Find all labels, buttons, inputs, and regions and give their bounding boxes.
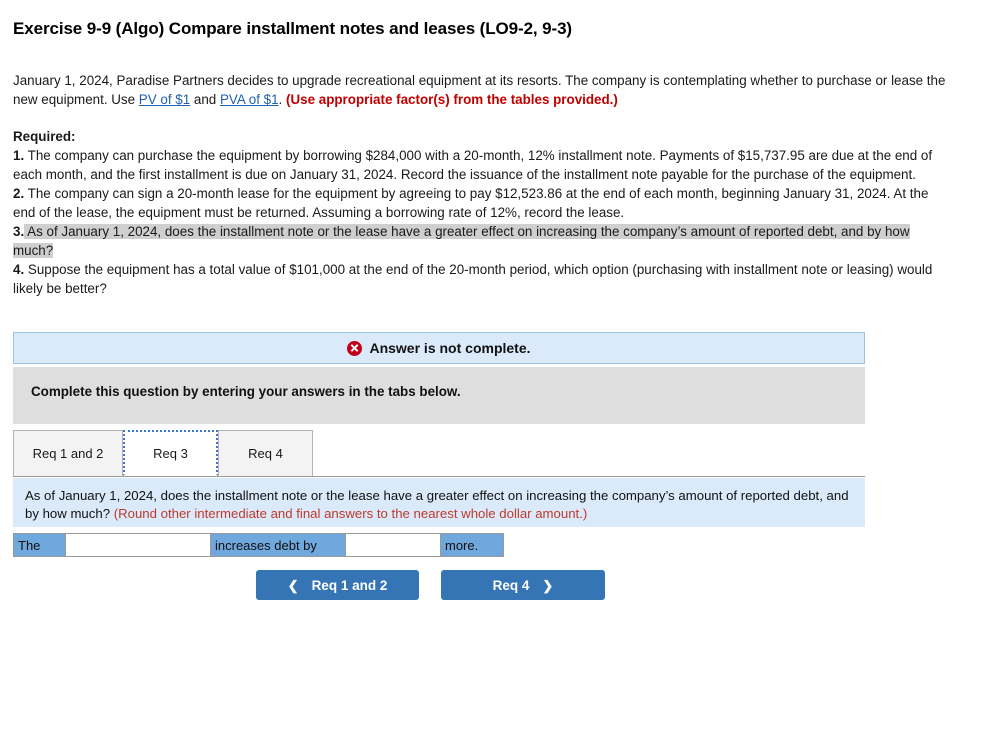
required-item-1: 1. The company can purchase the equipmen…: [13, 146, 953, 184]
pv-of-1-link[interactable]: PV of $1: [139, 92, 190, 107]
answer-label-more: more.: [441, 534, 503, 556]
tab-nav-buttons: ❮ Req 1 and 2 Req 4 ❯: [256, 570, 605, 600]
required-item-2: 2. The company can sign a 20-month lease…: [13, 184, 953, 222]
answer-input-cell-1[interactable]: [66, 534, 211, 556]
tab-req-4-label: Req 4: [248, 446, 283, 461]
tab-req-4[interactable]: Req 4: [218, 430, 313, 476]
intro-text-between: and: [190, 92, 220, 107]
answer-table-row: The increases debt by more.: [13, 533, 504, 557]
required-label: Required:: [13, 129, 76, 144]
answer-input-cell-2[interactable]: [346, 534, 441, 556]
answer-input-2[interactable]: [346, 534, 440, 556]
required-item-1-number: 1.: [13, 148, 25, 163]
question-text-wrapper: As of January 1, 2024, does the installm…: [25, 487, 851, 523]
tab-req-3[interactable]: Req 3: [123, 430, 218, 476]
intro-bold-note: (Use appropriate factor(s) from the tabl…: [286, 92, 618, 107]
answer-label-the: The: [14, 534, 66, 556]
required-item-4-number: 4.: [13, 262, 25, 277]
page-title: Exercise 9-9 (Algo) Compare installment …: [13, 19, 572, 38]
question-banner: As of January 1, 2024, does the installm…: [13, 478, 865, 527]
required-item-4-text: Suppose the equipment has a total value …: [13, 262, 933, 296]
error-x-icon: [347, 340, 363, 356]
tab-req-3-label: Req 3: [153, 445, 188, 461]
chevron-right-icon: ❯: [542, 577, 554, 593]
answer-status-text: Answer is not complete.: [369, 340, 531, 356]
required-item-2-text: The company can sign a 20-month lease fo…: [13, 186, 929, 220]
tab-req-1-and-2-label: Req 1 and 2: [32, 446, 104, 461]
intro-paragraph: January 1, 2024, Paradise Partners decid…: [13, 71, 953, 109]
exercise-page: Exercise 9-9 (Algo) Compare installment …: [0, 0, 996, 745]
tab-strip: Req 1 and 2 Req 3 Req 4: [13, 430, 865, 477]
required-item-3-text: As of January 1, 2024, does the installm…: [13, 224, 910, 258]
required-item-3-number: 3.: [13, 224, 25, 239]
instruction-text: Complete this question by entering your …: [31, 384, 461, 399]
required-item-3: 3. As of January 1, 2024, does the insta…: [13, 222, 953, 260]
next-button-label: Req 4: [492, 577, 530, 593]
answer-label-increases-debt-by: increases debt by: [211, 534, 346, 556]
prev-button-label: Req 1 and 2: [311, 577, 388, 593]
next-req-4-button[interactable]: Req 4 ❯: [441, 570, 605, 600]
answer-status-banner: Answer is not complete.: [13, 332, 865, 364]
instruction-band: Complete this question by entering your …: [13, 367, 865, 424]
intro-text-period: .: [278, 92, 286, 107]
chevron-left-icon: ❮: [287, 577, 299, 593]
prev-req-1-and-2-button[interactable]: ❮ Req 1 and 2: [256, 570, 419, 600]
answer-input-1[interactable]: [66, 534, 210, 556]
required-item-1-text: The company can purchase the equipment b…: [13, 148, 933, 182]
required-item-2-number: 2.: [13, 186, 25, 201]
required-item-4: 4. Suppose the equipment has a total val…: [13, 260, 953, 298]
pva-of-1-link[interactable]: PVA of $1: [220, 92, 279, 107]
question-rounding-note: (Round other intermediate and final answ…: [113, 506, 588, 521]
required-block: Required: 1. The company can purchase th…: [13, 127, 953, 298]
tab-req-1-and-2[interactable]: Req 1 and 2: [13, 430, 123, 476]
